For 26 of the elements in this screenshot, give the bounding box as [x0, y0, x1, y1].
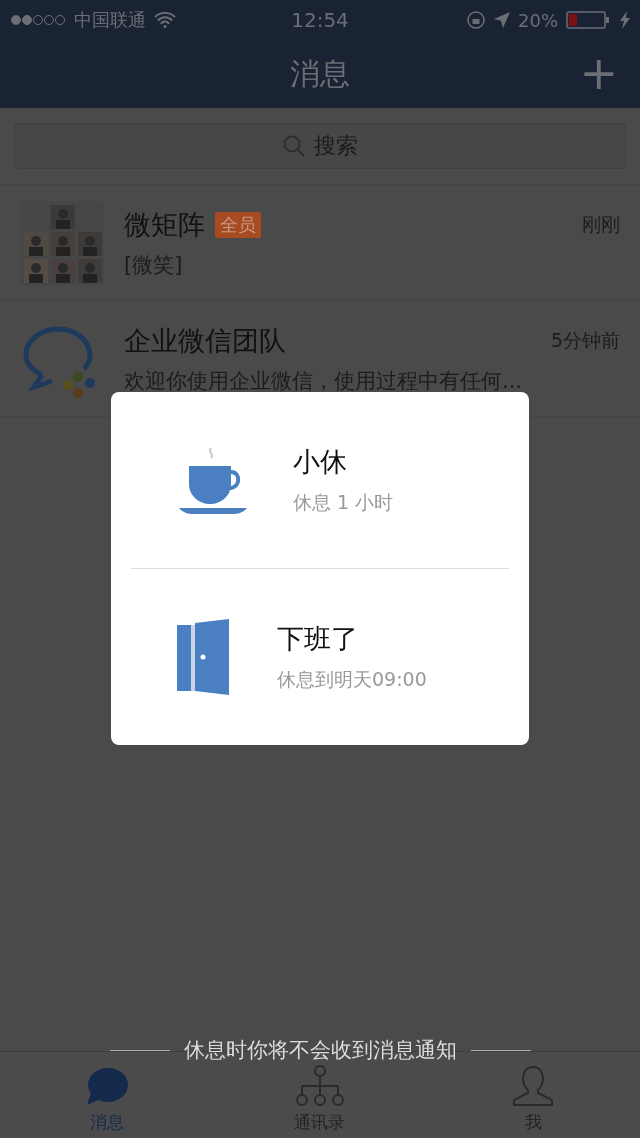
- rotation-lock-icon: [466, 10, 486, 30]
- chat-name[interactable]: 企业微信团队: [124, 322, 286, 359]
- option-subtitle: 休息到明天09:00: [277, 667, 427, 692]
- wifi-icon: [154, 12, 176, 28]
- search-icon: [282, 134, 306, 158]
- org-chart-icon: [295, 1065, 345, 1107]
- chat-name[interactable]: 微矩阵: [124, 206, 205, 243]
- rest-option[interactable]: 下班了 休息到明天09:00: [111, 569, 529, 745]
- page-title: 消息: [290, 54, 350, 93]
- location-arrow-icon: [494, 12, 510, 28]
- member-tag: 全员: [215, 211, 261, 238]
- signal-icon: [10, 14, 66, 26]
- carrier-name: 中国联通: [74, 8, 146, 32]
- option-title: 小休: [293, 445, 348, 479]
- add-button[interactable]: +: [579, 50, 618, 96]
- option-title: 下班了: [277, 622, 359, 656]
- option-subtitle: 休息 1 小时: [293, 490, 394, 515]
- clock-time: 12:54: [291, 8, 349, 32]
- coffee-cup-icon: [177, 444, 249, 516]
- notice-text: 休息时你将不会收到消息通知: [183, 1037, 457, 1064]
- person-icon: [512, 1065, 555, 1107]
- battery-icon: [566, 11, 612, 29]
- chat-bubble-icon: [84, 1067, 129, 1107]
- rest-option[interactable]: 小休 休息 1 小时: [111, 392, 529, 568]
- battery-percent: 20%: [518, 9, 558, 31]
- charging-bolt-icon: [620, 11, 630, 29]
